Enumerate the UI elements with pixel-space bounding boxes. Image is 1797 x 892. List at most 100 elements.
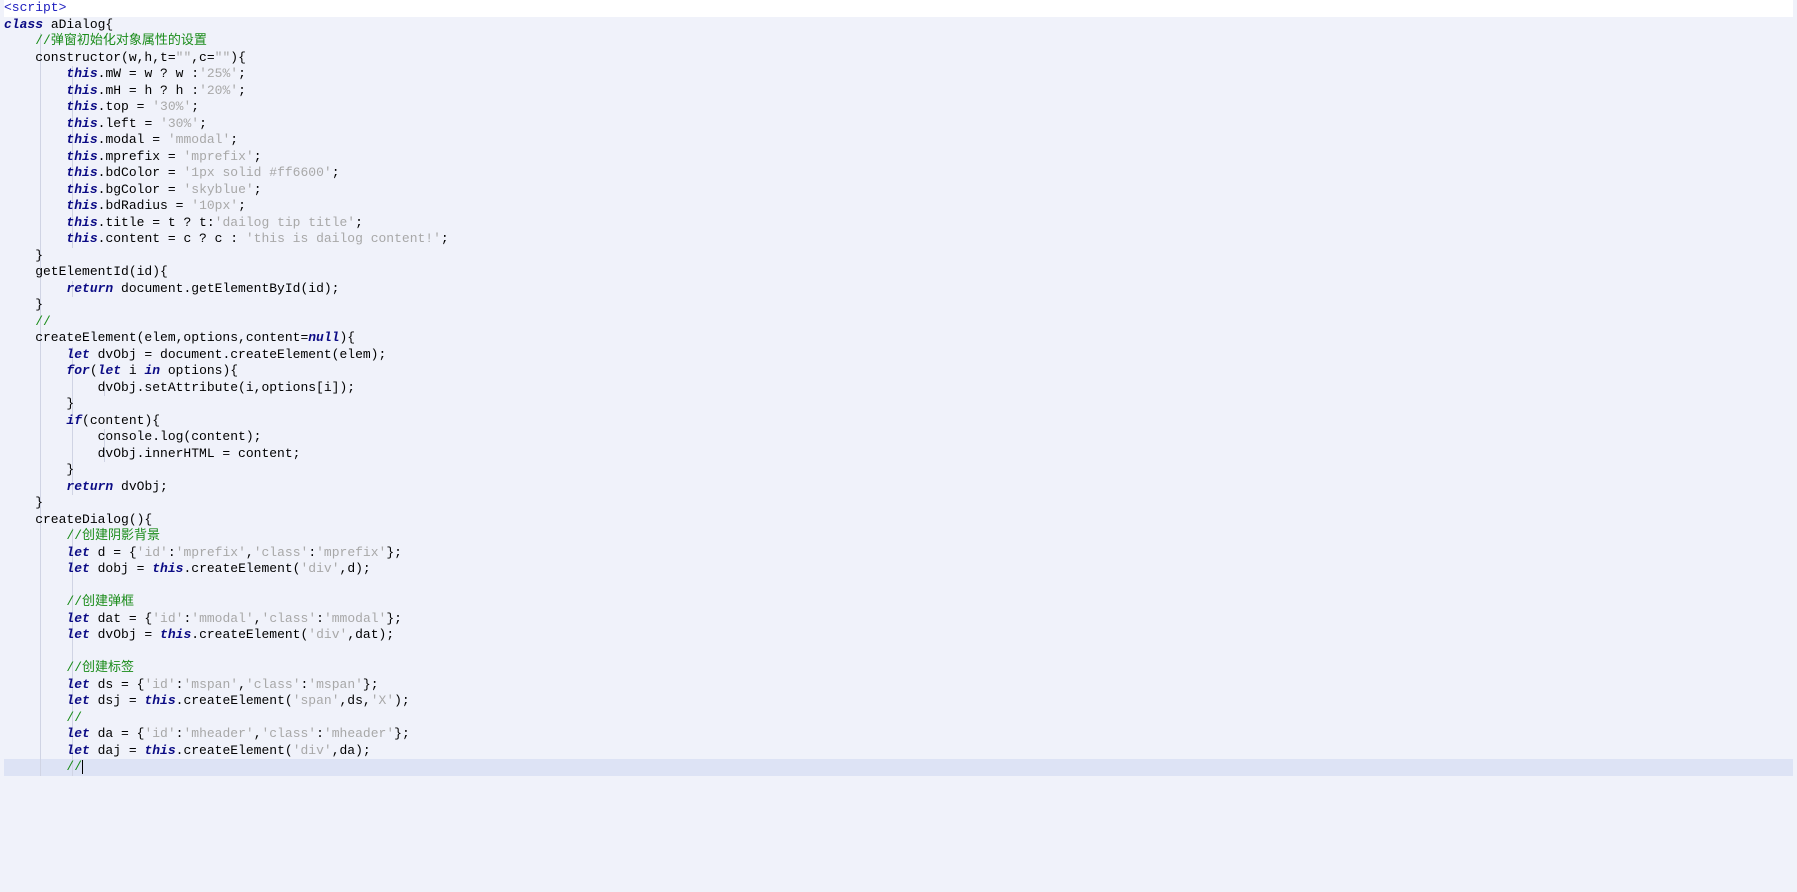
token-kw: let — [66, 743, 89, 758]
code-line[interactable]: let dsj = this.createElement('span',ds,'… — [4, 693, 1793, 710]
code-line[interactable]: this.left = '30%'; — [4, 116, 1793, 133]
token-str: 'class' — [246, 677, 301, 692]
code-line[interactable]: //创建弹框 — [4, 594, 1793, 611]
token-str: 'this is dailog content!' — [246, 231, 441, 246]
token-kw: let — [66, 561, 89, 576]
code-line[interactable]: let dat = {'id':'mmodal','class':'mmodal… — [4, 611, 1793, 628]
token-str: 'mmodal' — [191, 611, 253, 626]
token-plain: dvObj.setAttribute(i,options[i]); — [4, 380, 355, 395]
code-text: this.bgColor = 'skyblue'; — [4, 182, 262, 197]
token-plain: ,dat); — [347, 627, 394, 642]
code-line[interactable]: this.mprefix = 'mprefix'; — [4, 149, 1793, 166]
token-kw: this — [66, 182, 97, 197]
code-editor[interactable]: <script> class aDialog{ //弹窗初始化对象属性的设置 co… — [0, 0, 1797, 892]
code-line[interactable]: //创建阴影背景 — [4, 528, 1793, 545]
code-line[interactable]: createElement(elem,options,content=null)… — [4, 330, 1793, 347]
token-cmt: // — [66, 759, 82, 774]
token-kw: null — [308, 330, 339, 345]
code-line[interactable]: this.bdRadius = '10px'; — [4, 198, 1793, 215]
token-str: 'dailog tip title' — [215, 215, 355, 230]
code-text — [4, 644, 66, 659]
code-line[interactable]: return dvObj; — [4, 479, 1793, 496]
code-line[interactable]: let dobj = this.createElement('div',d); — [4, 561, 1793, 578]
token-plain — [4, 116, 66, 131]
token-plain — [4, 149, 66, 164]
code-line[interactable]: dvObj.setAttribute(i,options[i]); — [4, 380, 1793, 397]
token-plain: ,d); — [340, 561, 371, 576]
code-line[interactable]: } — [4, 297, 1793, 314]
token-kw: this — [66, 215, 97, 230]
token-plain: dsj = — [90, 693, 145, 708]
token-plain: : — [316, 611, 324, 626]
token-str: 'div' — [308, 627, 347, 642]
token-plain: .mH = h ? h : — [98, 83, 199, 98]
code-line[interactable]: if(content){ — [4, 413, 1793, 430]
code-line[interactable]: // — [4, 314, 1793, 331]
token-plain: ; — [332, 165, 340, 180]
code-text: this.bdColor = '1px solid #ff6600'; — [4, 165, 340, 180]
token-plain: .createElement( — [176, 693, 293, 708]
token-plain: ; — [355, 215, 363, 230]
token-cmt: //创建弹框 — [66, 594, 134, 609]
code-line[interactable]: let da = {'id':'mheader','class':'mheade… — [4, 726, 1793, 743]
code-line[interactable]: let d = {'id':'mprefix','class':'mprefix… — [4, 545, 1793, 562]
code-line[interactable]: dvObj.innerHTML = content; — [4, 446, 1793, 463]
code-line[interactable]: class aDialog{ — [4, 17, 1793, 34]
token-plain — [4, 99, 66, 114]
token-plain — [4, 231, 66, 246]
code-line[interactable]: } — [4, 495, 1793, 512]
token-plain: dvObj; — [113, 479, 168, 494]
code-text: // — [4, 710, 82, 725]
code-line[interactable]: //弹窗初始化对象属性的设置 — [4, 33, 1793, 50]
code-line[interactable]: this.content = c ? c : 'this is dailog c… — [4, 231, 1793, 248]
code-line[interactable]: getElementId(id){ — [4, 264, 1793, 281]
code-line[interactable]: } — [4, 462, 1793, 479]
code-line[interactable]: <script> — [4, 0, 1793, 17]
token-plain: , — [254, 726, 262, 741]
code-text: // — [4, 314, 51, 329]
token-kw: let — [66, 347, 89, 362]
token-plain: .top = — [98, 99, 153, 114]
token-str: 'mspan' — [183, 677, 238, 692]
code-line[interactable]: let ds = {'id':'mspan','class':'mspan'}; — [4, 677, 1793, 694]
code-line[interactable]: let dvObj = document.createElement(elem)… — [4, 347, 1793, 364]
token-plain: , — [254, 611, 262, 626]
token-str: 'class' — [262, 611, 317, 626]
token-cmt: // — [35, 314, 51, 329]
code-line[interactable]: this.bdColor = '1px solid #ff6600'; — [4, 165, 1793, 182]
code-line[interactable]: let dvObj = this.createElement('div',dat… — [4, 627, 1793, 644]
token-kw: let — [66, 545, 89, 560]
code-line[interactable]: for(let i in options){ — [4, 363, 1793, 380]
code-line[interactable]: return document.getElementById(id); — [4, 281, 1793, 298]
code-line[interactable]: // — [4, 710, 1793, 727]
token-kw: class — [4, 17, 43, 32]
token-str: 'id' — [144, 677, 175, 692]
code-line[interactable]: this.bgColor = 'skyblue'; — [4, 182, 1793, 199]
token-plain: ,ds, — [340, 693, 371, 708]
token-plain: ); — [394, 693, 410, 708]
code-line[interactable]: this.modal = 'mmodal'; — [4, 132, 1793, 149]
code-line[interactable]: this.mH = h ? h :'20%'; — [4, 83, 1793, 100]
code-line[interactable]: createDialog(){ — [4, 512, 1793, 529]
code-line[interactable]: //创建标签 — [4, 660, 1793, 677]
token-kw: this — [66, 116, 97, 131]
code-line[interactable]: // — [4, 759, 1793, 776]
code-line[interactable]: this.top = '30%'; — [4, 99, 1793, 116]
token-kw: let — [66, 611, 89, 626]
code-text: <script> — [4, 0, 66, 15]
token-plain: } — [4, 462, 74, 477]
code-line[interactable] — [4, 578, 1793, 595]
token-plain — [4, 165, 66, 180]
code-line[interactable]: this.title = t ? t:'dailog tip title'; — [4, 215, 1793, 232]
code-line[interactable] — [4, 644, 1793, 661]
code-line[interactable]: let daj = this.createElement('div',da); — [4, 743, 1793, 760]
code-line[interactable]: constructor(w,h,t="",c=""){ — [4, 50, 1793, 67]
code-text: //创建弹框 — [4, 594, 134, 609]
code-line[interactable]: console.log(content); — [4, 429, 1793, 446]
code-line[interactable]: this.mW = w ? w :'25%'; — [4, 66, 1793, 83]
token-plain: daj = — [90, 743, 145, 758]
code-line[interactable]: } — [4, 248, 1793, 265]
token-str: 'id' — [144, 726, 175, 741]
code-line[interactable]: } — [4, 396, 1793, 413]
token-plain — [4, 347, 66, 362]
